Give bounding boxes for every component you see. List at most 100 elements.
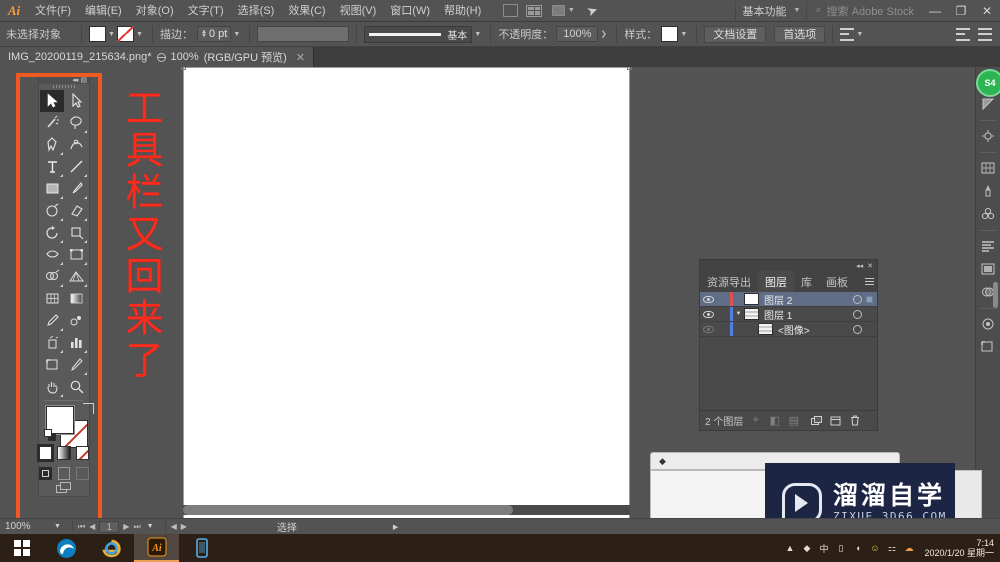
status-dropdown-icon[interactable]: ▶	[387, 523, 404, 531]
artboards-icon[interactable]	[978, 336, 999, 357]
graphic-style-swatch[interactable]	[661, 26, 679, 42]
document-navigation[interactable]: ◀ ▶	[171, 522, 187, 531]
layers-panel[interactable]: ◂◂ ✕ 资源导出 图层 库 画板 图层 2 ▼ 图层 1 <图像> 2 个图层…	[699, 259, 878, 431]
pathfinder-icon[interactable]	[978, 258, 999, 279]
stroke-dropdown-icon[interactable]: ▼	[134, 26, 145, 42]
close-icon[interactable]: ✕	[296, 51, 305, 64]
delete-layer-icon[interactable]	[848, 414, 861, 427]
collapse-icon[interactable]: ◂◂	[856, 262, 863, 270]
target-icon[interactable]	[853, 294, 862, 304]
tray-network-icon[interactable]: ▯	[834, 542, 847, 555]
target-icon[interactable]	[853, 324, 862, 334]
dock-scrollbar[interactable]	[993, 282, 998, 308]
fill-stroke-indicator[interactable]	[44, 402, 94, 448]
blend-tool[interactable]	[64, 310, 88, 332]
menu-type[interactable]: 文字(T)	[181, 0, 231, 22]
expand-arrow-icon[interactable]: ▼	[733, 311, 744, 317]
scroll-left-icon[interactable]: ◀	[171, 522, 177, 531]
symbol-sprayer-tool[interactable]	[40, 332, 64, 354]
layers-panel-grip[interactable]: ◂◂ ✕	[700, 260, 877, 271]
column-graph-tool[interactable]	[64, 332, 88, 354]
menu-window[interactable]: 窗口(W)	[383, 0, 437, 22]
close-button[interactable]: ✕	[974, 0, 1000, 22]
gradient-tool[interactable]	[64, 288, 88, 310]
workspace-switcher[interactable]: 基本功能 ▼	[735, 0, 808, 21]
sublayer-name[interactable]: <图像>	[778, 322, 853, 337]
share-rocket-icon[interactable]: ➤	[582, 1, 602, 19]
zoom-dropdown-icon[interactable]: ▼	[48, 523, 67, 530]
arrange-documents-icon[interactable]	[524, 3, 544, 19]
shape-builder-tool[interactable]	[40, 266, 64, 288]
menu-object[interactable]: 对象(O)	[129, 0, 181, 22]
color-button[interactable]	[39, 446, 53, 461]
layer-row[interactable]: <图像>	[700, 322, 877, 337]
release-icon[interactable]: ▤	[787, 414, 800, 427]
layer-row[interactable]: ▼ 图层 1	[700, 307, 877, 322]
rectangle-tool[interactable]	[40, 178, 64, 200]
layer-name[interactable]: 图层 1	[764, 307, 853, 322]
type-tool[interactable]	[40, 156, 64, 178]
artboard-dropdown-icon[interactable]: ▼	[141, 523, 160, 530]
eraser-tool[interactable]	[64, 200, 88, 222]
tools-panel-menu-icon[interactable]: ▤	[80, 76, 87, 84]
brushes-icon[interactable]	[978, 180, 999, 201]
visibility-toggle[interactable]	[700, 310, 717, 318]
tab-artboards[interactable]: 画板	[819, 271, 855, 292]
locate-object-icon[interactable]: ⌖	[749, 414, 762, 427]
tray-ime-icon[interactable]: 中	[817, 542, 830, 555]
account-avatar[interactable]: S4	[976, 69, 1000, 97]
stroke-profile-selector[interactable]: 基本	[364, 25, 473, 43]
stroke-weight-stepper[interactable]: ▲ ▼ 0 pt	[197, 26, 232, 42]
first-artboard-icon[interactable]: ⏮	[78, 522, 85, 532]
stepper-arrows-icon[interactable]: ▲ ▼	[201, 29, 207, 39]
last-artboard-icon[interactable]: ⏭	[133, 522, 140, 532]
change-screen-mode-icon[interactable]	[56, 482, 72, 494]
current-tool-label[interactable]: 选择	[187, 519, 297, 534]
eyedropper-tool[interactable]	[40, 310, 64, 332]
slice-tool[interactable]	[64, 354, 88, 376]
full-screen-menu-mode-button[interactable]	[57, 467, 71, 481]
document-setup-button[interactable]: 文档设置	[704, 25, 767, 43]
zoom-tool[interactable]	[64, 376, 88, 398]
visibility-toggle[interactable]	[700, 295, 717, 303]
right-dock[interactable]: S4	[975, 67, 1000, 518]
taskbar-app[interactable]	[179, 534, 224, 562]
lasso-tool[interactable]	[64, 112, 88, 134]
zoom-level-field[interactable]: 100%	[0, 521, 48, 532]
tab-layers[interactable]: 图层	[758, 271, 794, 292]
menu-select[interactable]: 选择(S)	[231, 0, 282, 22]
default-fill-stroke-icon[interactable]	[44, 429, 57, 442]
free-transform-tool[interactable]	[64, 244, 88, 266]
new-layer-icon[interactable]	[829, 414, 842, 427]
line-segment-tool[interactable]	[64, 156, 88, 178]
target-icon[interactable]	[853, 309, 862, 319]
shaper-tool[interactable]	[40, 200, 64, 222]
align-icon[interactable]	[840, 27, 855, 41]
artboard[interactable]	[181, 67, 632, 518]
layers-list[interactable]: 图层 2 ▼ 图层 1 <图像>	[700, 292, 877, 410]
tray-cloud-icon[interactable]: ☁	[902, 542, 915, 555]
new-sublayer-icon[interactable]	[810, 414, 823, 427]
normal-screen-mode-button[interactable]	[39, 467, 52, 481]
document-arrange-icon[interactable]	[500, 3, 520, 19]
direct-selection-tool[interactable]	[64, 90, 88, 112]
layer-row[interactable]: 图层 2	[700, 292, 877, 307]
align-dropdown-icon[interactable]: ▼	[854, 26, 865, 42]
fill-dropdown-icon[interactable]: ▼	[106, 26, 117, 42]
menu-edit[interactable]: 编辑(E)	[78, 0, 129, 22]
menu-file[interactable]: 文件(F)	[28, 0, 78, 22]
swatches-icon[interactable]	[978, 157, 999, 178]
opacity-value[interactable]: 100%	[556, 26, 599, 42]
transform-icon[interactable]	[978, 125, 999, 146]
mesh-tool[interactable]	[40, 288, 64, 310]
minimize-button[interactable]: —	[922, 0, 948, 22]
tools-panel-grip[interactable]: ◂◂ ▤	[39, 76, 89, 84]
none-button[interactable]	[75, 446, 89, 461]
full-screen-mode-button[interactable]	[76, 467, 90, 481]
layers-panel-menu-icon[interactable]	[861, 271, 877, 292]
document-tab[interactable]: IMG_20200119_215634.png* 100% (RGB/GPU 预…	[0, 47, 315, 67]
stroke-style-box[interactable]	[257, 26, 350, 42]
stroke-weight-dropdown-icon[interactable]: ▼	[231, 26, 242, 42]
style-dropdown-icon[interactable]: ▼	[678, 26, 689, 42]
artboard-number-field[interactable]: 1	[99, 520, 120, 533]
